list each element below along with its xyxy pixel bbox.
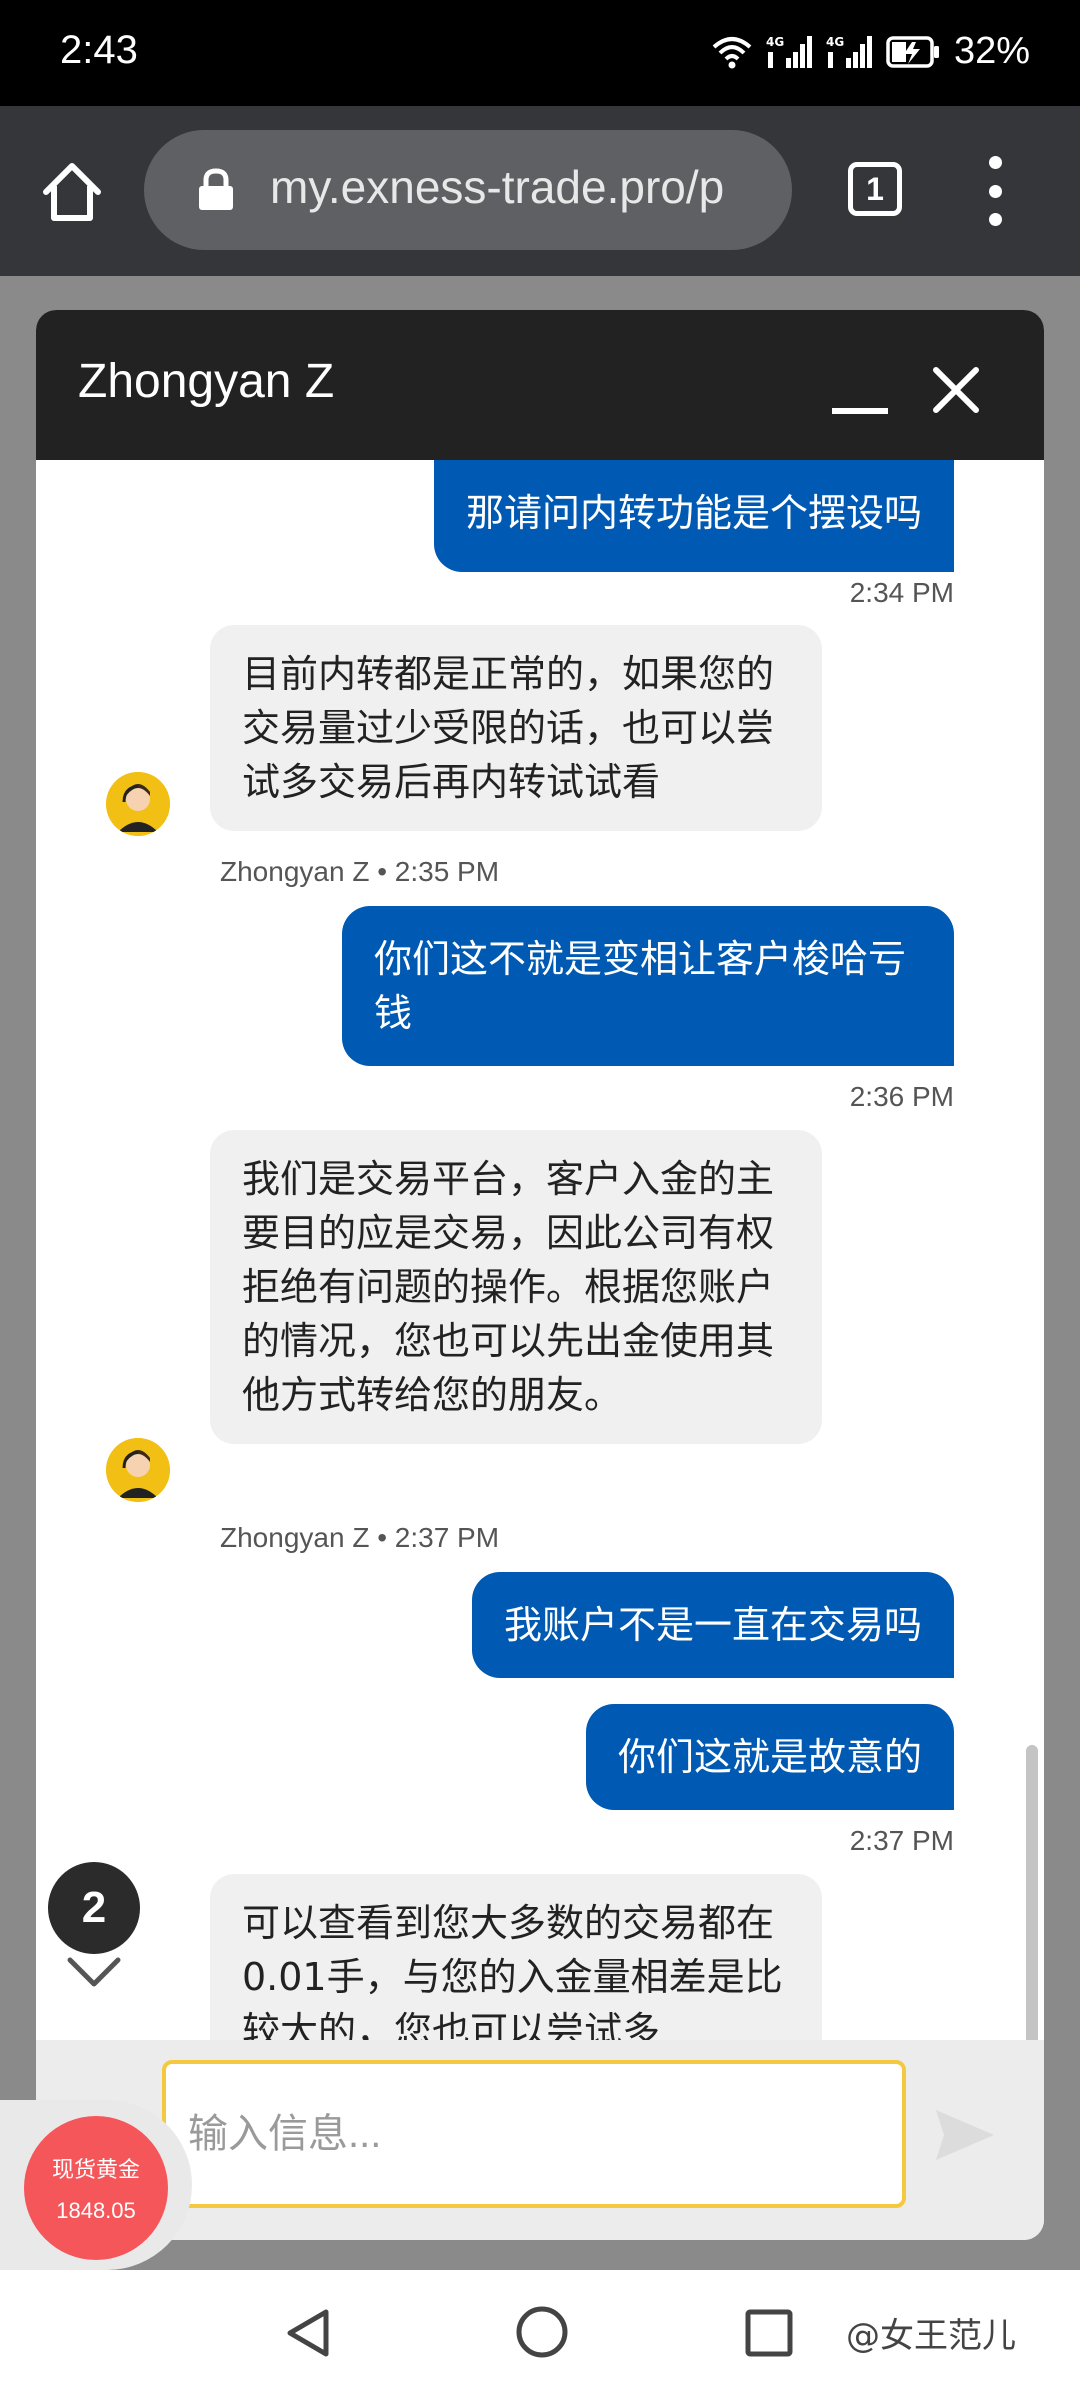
outgoing-message: 我账户不是一直在交易吗 <box>471 1572 954 1678</box>
back-icon <box>287 2309 329 2357</box>
navigation-bar: @女王范儿 <box>0 2270 1080 2388</box>
status-bar: 2:43 4G 4G 32% <box>0 0 1080 106</box>
chat-title: Zhongyan Z <box>78 355 335 408</box>
chat-messages[interactable]: 那请问内转功能是个摆设吗 2:34 PM 目前内转都是正常的，如果您的交易量过少… <box>36 460 1044 2040</box>
battery-percentage: 32% <box>953 30 1030 72</box>
incoming-message: 可以查看到您大多数的交易都在0.01手，与您的入金量相差是比较大的，您也可以尝试… <box>210 1874 822 2040</box>
status-time: 2:43 <box>60 28 138 72</box>
chevron-down-icon <box>67 1957 121 1987</box>
outgoing-message: 那请问内转功能是个摆设吗 <box>433 460 954 572</box>
close-button[interactable] <box>926 360 986 420</box>
scroll-down-button[interactable] <box>64 1950 124 1996</box>
outgoing-message: 你们这就是故意的 <box>585 1704 954 1810</box>
agent-avatar <box>106 1438 170 1502</box>
scrollbar-thumb[interactable] <box>1026 1745 1038 2040</box>
browser-menu-button[interactable] <box>980 156 1010 226</box>
chat-header: Zhongyan Z <box>36 310 1044 460</box>
message-input[interactable] <box>162 2060 906 2208</box>
message-time: 2:36 PM <box>849 1081 954 1112</box>
close-icon <box>933 367 979 413</box>
outgoing-message: 你们这不就是变相让客户梭哈亏钱 <box>342 906 954 1066</box>
square-recents-icon <box>745 2309 793 2357</box>
address-bar[interactable]: my.exness-trade.pro/p <box>144 130 792 250</box>
home-icon <box>43 163 101 221</box>
signal-4g-icon: 4G <box>766 35 812 68</box>
battery-charging-icon <box>886 35 939 68</box>
recents-button[interactable] <box>744 2308 794 2358</box>
menu-dot <box>988 213 1002 226</box>
gold-price-widget[interactable]: 现货黄金 1848.05 <box>24 2116 168 2260</box>
menu-dot <box>988 156 1002 169</box>
send-button[interactable] <box>930 2100 1000 2170</box>
wifi-icon <box>712 36 752 68</box>
incoming-message: 目前内转都是正常的，如果您的交易量过少受限的话，也可以尝试多交易后再内转试试看 <box>210 625 822 831</box>
agent-avatar-icon <box>106 772 170 836</box>
unread-count-badge[interactable]: 2 <box>48 1862 140 1954</box>
home-nav-button[interactable] <box>514 2304 570 2360</box>
circle-home-icon <box>516 2306 568 2358</box>
signal-4g-icon: 4G <box>826 35 872 68</box>
status-icons: 4G 4G 32% <box>712 30 1030 73</box>
svg-text:4G: 4G <box>826 35 844 49</box>
gold-price: 1848.05 <box>56 2198 136 2223</box>
lock-icon <box>199 168 233 210</box>
message-time: 2:34 PM <box>849 577 954 608</box>
message-time: 2:37 PM <box>849 1825 954 1856</box>
menu-dot <box>988 184 1002 198</box>
home-button[interactable] <box>36 156 108 228</box>
back-button[interactable] <box>282 2306 334 2360</box>
minimize-button[interactable] <box>826 362 896 422</box>
tab-switcher-button[interactable]: 1 <box>848 162 902 216</box>
message-meta: Zhongyan Z • 2:35 PM <box>220 856 500 887</box>
agent-avatar-icon <box>106 1438 170 1502</box>
agent-avatar <box>106 772 170 836</box>
chat-window: Zhongyan Z 那请问内转功能是个摆设吗 2:34 PM 目前内转都是正常… <box>36 310 1044 2240</box>
svg-text:4G: 4G <box>766 35 784 49</box>
send-icon <box>936 2110 994 2160</box>
browser-toolbar: my.exness-trade.pro/p 1 <box>0 106 1080 276</box>
message-meta: Zhongyan Z • 2:37 PM <box>220 1522 500 1553</box>
incoming-message: 我们是交易平台，客户入金的主要目的应是交易，因此公司有权拒绝有问题的操作。根据您… <box>210 1130 822 1444</box>
watermark: @女王范儿 <box>846 2316 1016 2356</box>
url-text: my.exness-trade.pro/p <box>270 161 725 213</box>
gold-label: 现货黄金 <box>51 2158 140 2183</box>
